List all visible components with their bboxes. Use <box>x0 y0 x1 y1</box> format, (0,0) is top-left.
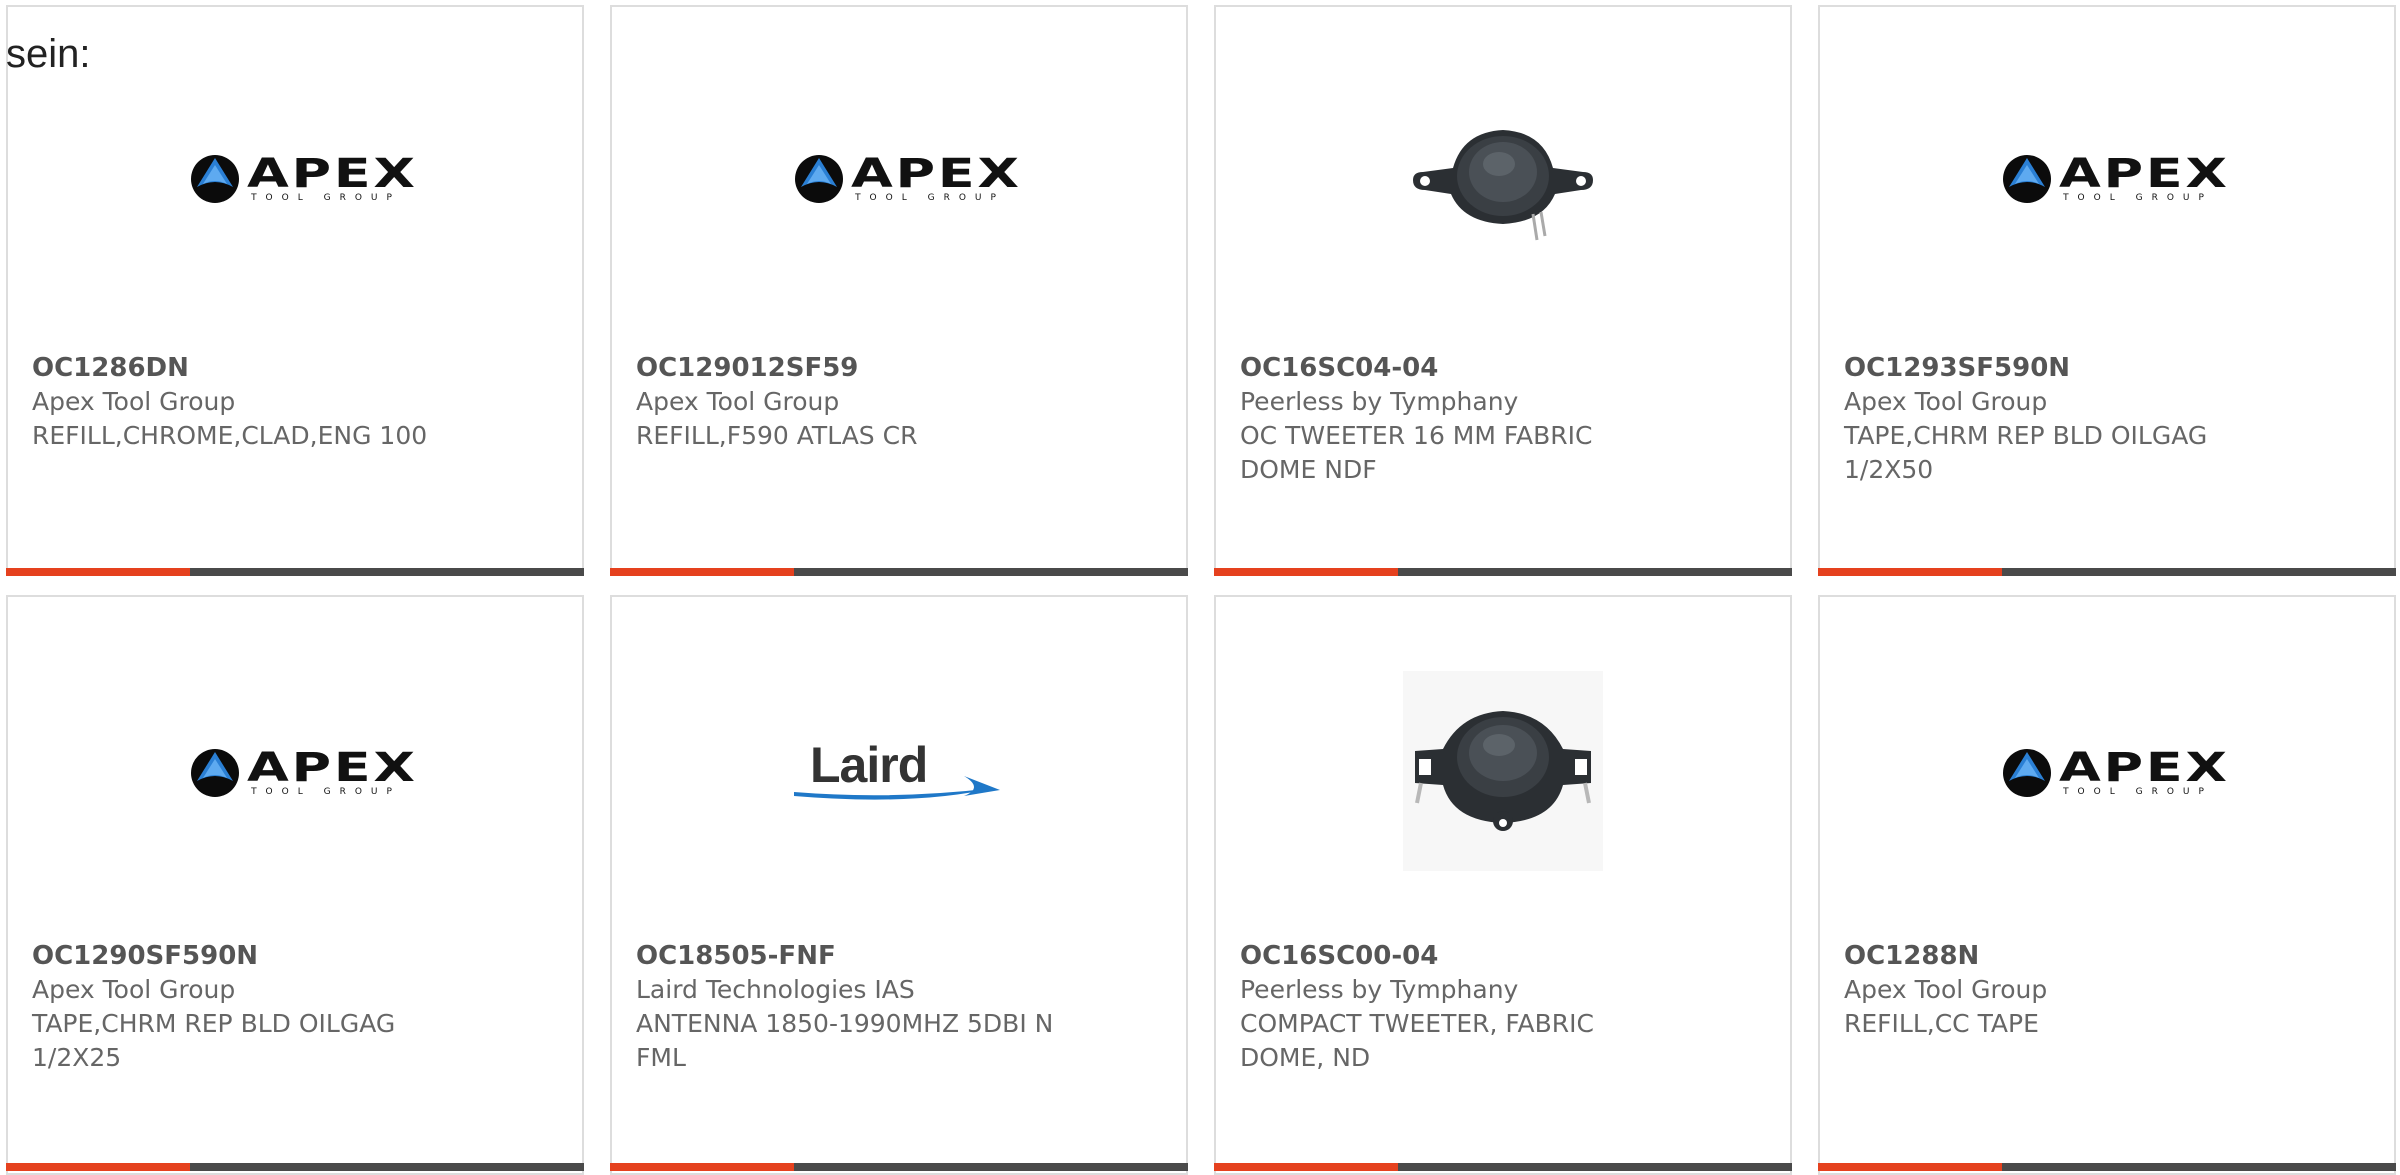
logo-wordmark: APEX <box>247 745 418 791</box>
card-bar <box>1818 568 2396 576</box>
card-accent <box>1214 568 1398 576</box>
laird-logo: Laird <box>794 736 1004 806</box>
product-image <box>1216 7 1790 347</box>
tweeter-icon <box>1413 130 1593 241</box>
description: OC TWEETER 16 MM FABRIC DOME NDF <box>1240 421 1593 484</box>
description: REFILL,F590 ATLAS CR <box>636 421 918 450</box>
product-info: OC1290SF590N Apex Tool Group TAPE,CHRM R… <box>32 939 558 1075</box>
manufacturer: Laird Technologies IAS <box>636 975 915 1004</box>
card-bar <box>6 568 584 576</box>
apex-logo: APEX TOOL GROUP <box>2001 153 2227 205</box>
product-card[interactable]: APEX TOOL GROUP OC1286DN Apex Tool Group… <box>6 5 584 576</box>
manufacturer: Apex Tool Group <box>1844 975 2048 1004</box>
card-bar <box>1214 1163 1792 1171</box>
product-card[interactable]: APEX TOOL GROUP OC129012SF59 Apex Tool G… <box>610 5 1188 576</box>
product-image: APEX TOOL GROUP <box>1820 597 2394 945</box>
manufacturer: Apex Tool Group <box>1844 387 2048 416</box>
manufacturer: Apex Tool Group <box>636 387 840 416</box>
product-image <box>1216 597 1790 945</box>
part-number[interactable]: OC16SC00-04 <box>1240 939 1766 973</box>
apex-logo: APEX TOOL GROUP <box>189 153 415 205</box>
product-info: OC1288N Apex Tool Group REFILL,CC TAPE <box>1844 939 2370 1041</box>
part-number[interactable]: OC1288N <box>1844 939 2370 973</box>
apex-triangle-icon <box>191 155 240 203</box>
manufacturer: Peerless by Tymphany <box>1240 975 1519 1004</box>
product-image: APEX TOOL GROUP <box>8 7 582 347</box>
card-bar <box>6 1163 584 1171</box>
card-accent <box>6 1163 190 1171</box>
product-info: OC18505-FNF Laird Technologies IAS ANTEN… <box>636 939 1162 1075</box>
product-card[interactable]: Laird OC18505-FNF Laird Technologies IAS… <box>610 595 1188 1175</box>
description: COMPACT TWEETER, FABRIC DOME, ND <box>1240 1009 1594 1072</box>
product-image: Laird <box>612 597 1186 945</box>
apex-triangle-icon <box>2003 155 2052 203</box>
tweeter-photo <box>1403 671 1603 871</box>
logo-wordmark: APEX <box>851 151 1022 197</box>
logo-wordmark: APEX <box>247 151 418 197</box>
description: ANTENNA 1850-1990MHZ 5DBI N FML <box>636 1009 1054 1072</box>
product-image: APEX TOOL GROUP <box>1820 7 2394 347</box>
apex-triangle-icon <box>2003 749 2052 797</box>
logo-wordmark: APEX <box>2059 151 2230 197</box>
product-info: OC16SC04-04 Peerless by Tymphany OC TWEE… <box>1240 351 1766 487</box>
manufacturer: Peerless by Tymphany <box>1240 387 1519 416</box>
apex-triangle-icon <box>191 749 240 797</box>
product-card[interactable]: OC16SC00-04 Peerless by Tymphany COMPACT… <box>1214 595 1792 1175</box>
card-bar <box>1214 568 1792 576</box>
part-number[interactable]: OC1290SF590N <box>32 939 558 973</box>
product-info: OC129012SF59 Apex Tool Group REFILL,F590… <box>636 351 1162 453</box>
card-accent <box>1818 1163 2002 1171</box>
apex-triangle-icon <box>795 155 844 203</box>
apex-logo: APEX TOOL GROUP <box>2001 747 2227 799</box>
logo-wordmark: APEX <box>2059 745 2230 791</box>
product-info: OC1293SF590N Apex Tool Group TAPE,CHRM R… <box>1844 351 2370 487</box>
intro-text: sein: <box>6 32 91 76</box>
product-image: APEX TOOL GROUP <box>612 7 1186 347</box>
card-bar <box>1818 1163 2396 1171</box>
card-bar <box>610 1163 1188 1171</box>
apex-logo: APEX TOOL GROUP <box>793 153 1019 205</box>
product-info: OC1286DN Apex Tool Group REFILL,CHROME,C… <box>32 351 558 453</box>
card-accent <box>1818 568 2002 576</box>
part-number[interactable]: OC18505-FNF <box>636 939 1162 973</box>
card-accent <box>610 568 794 576</box>
card-accent <box>1214 1163 1398 1171</box>
product-card[interactable]: APEX TOOL GROUP OC1288N Apex Tool Group … <box>1818 595 2396 1175</box>
part-number[interactable]: OC129012SF59 <box>636 351 1162 385</box>
description: TAPE,CHRM REP BLD OILGAG 1/2X50 <box>1844 421 2208 484</box>
part-number[interactable]: OC16SC04-04 <box>1240 351 1766 385</box>
product-info: OC16SC00-04 Peerless by Tymphany COMPACT… <box>1240 939 1766 1075</box>
part-number[interactable]: OC1293SF590N <box>1844 351 2370 385</box>
apex-logo: APEX TOOL GROUP <box>189 747 415 799</box>
part-number[interactable]: OC1286DN <box>32 351 558 385</box>
product-image: APEX TOOL GROUP <box>8 597 582 945</box>
product-card[interactable]: OC16SC04-04 Peerless by Tymphany OC TWEE… <box>1214 5 1792 576</box>
card-accent <box>610 1163 794 1171</box>
description: TAPE,CHRM REP BLD OILGAG 1/2X25 <box>32 1009 396 1072</box>
product-card[interactable]: APEX TOOL GROUP OC1290SF590N Apex Tool G… <box>6 595 584 1175</box>
card-accent <box>6 568 190 576</box>
description: REFILL,CHROME,CLAD,ENG 100 <box>32 421 428 450</box>
manufacturer: Apex Tool Group <box>32 975 236 1004</box>
manufacturer: Apex Tool Group <box>32 387 236 416</box>
tweeter-photo <box>1403 102 1603 252</box>
tweeter-icon <box>1403 671 1603 871</box>
card-bar <box>610 568 1188 576</box>
product-card[interactable]: APEX TOOL GROUP OC1293SF590N Apex Tool G… <box>1818 5 2396 576</box>
laird-swoosh-icon <box>794 776 1000 800</box>
description: REFILL,CC TAPE <box>1844 1009 2039 1038</box>
